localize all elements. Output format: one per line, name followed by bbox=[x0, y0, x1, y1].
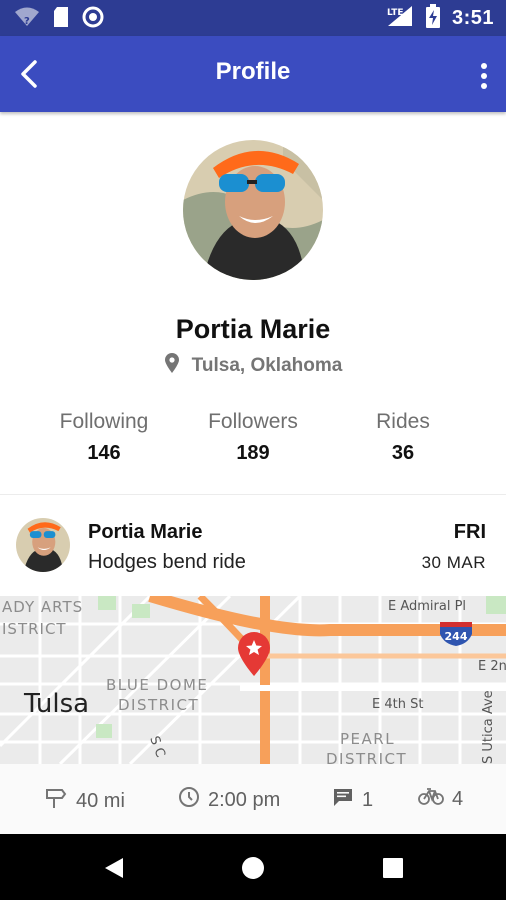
profile-avatar[interactable] bbox=[183, 140, 323, 280]
ride-comments[interactable]: 1 bbox=[332, 786, 373, 814]
map-label: E 4th St bbox=[372, 697, 423, 712]
system-nav-bar bbox=[0, 834, 506, 900]
battery-charging-icon bbox=[425, 4, 440, 33]
stat-label: Followers bbox=[208, 410, 298, 433]
profile-name: Portia Marie bbox=[175, 314, 331, 344]
sync-circle-icon bbox=[82, 6, 104, 33]
map-label: PEARL bbox=[340, 730, 395, 748]
svg-text:?: ? bbox=[24, 16, 30, 27]
nav-home-icon[interactable] bbox=[235, 850, 271, 886]
map-label: BLUE DOME bbox=[106, 676, 208, 694]
page-title: Profile bbox=[215, 58, 291, 85]
signpost-icon bbox=[44, 786, 68, 816]
map-label: E Admiral Pl bbox=[388, 599, 466, 614]
stat-label: Following bbox=[59, 410, 149, 433]
map-label: S Utica Ave bbox=[481, 690, 496, 764]
ride-riders[interactable]: 4 bbox=[418, 786, 463, 812]
nav-back-icon[interactable] bbox=[96, 850, 132, 886]
ride-user-name: Portia Marie bbox=[88, 521, 203, 543]
highway-shield-label: 244 bbox=[445, 630, 468, 643]
map-label: E 2n bbox=[478, 659, 506, 674]
map-pin-icon bbox=[164, 352, 180, 380]
ride-avatar[interactable] bbox=[16, 518, 70, 572]
stat-rides[interactable]: Rides 36 bbox=[323, 410, 483, 465]
location-text: Tulsa, Oklahoma bbox=[191, 355, 343, 376]
svg-text:LTE: LTE bbox=[387, 8, 404, 18]
stat-followers[interactable]: Followers 189 bbox=[173, 410, 333, 465]
map-label: Tulsa bbox=[23, 689, 89, 719]
signal-icon: LTE bbox=[386, 4, 414, 33]
ride-distance: 40 mi bbox=[44, 786, 125, 816]
status-bar: ? LTE 3:51 bbox=[0, 0, 506, 36]
wifi-question-icon: ? bbox=[14, 6, 40, 33]
stat-value: 189 bbox=[236, 442, 270, 464]
stat-value: 146 bbox=[87, 442, 121, 464]
app-bar: Profile bbox=[0, 36, 506, 112]
riders-count: 4 bbox=[452, 787, 464, 810]
status-time: 3:51 bbox=[451, 7, 494, 29]
nav-recents-icon[interactable] bbox=[375, 850, 411, 886]
distance-value: 40 mi bbox=[76, 789, 125, 812]
highway-shield-icon: 244 bbox=[440, 622, 472, 646]
stat-value: 36 bbox=[391, 442, 415, 464]
ride-map[interactable]: 244 ADY ARTS ISTRICT Tulsa BLUE DOME DIS… bbox=[0, 596, 506, 764]
stat-label: Rides bbox=[376, 410, 430, 433]
comment-icon bbox=[332, 786, 354, 814]
stat-following[interactable]: Following 146 bbox=[24, 410, 184, 465]
ride-stats-bar: 40 mi 2:00 pm 1 4 bbox=[0, 764, 506, 834]
comments-count: 1 bbox=[362, 788, 374, 811]
map-label: ADY ARTS bbox=[2, 598, 83, 616]
time-value: 2:00 pm bbox=[208, 788, 281, 811]
profile-location: Tulsa, Oklahoma bbox=[0, 352, 506, 380]
map-label: DISTRICT bbox=[326, 750, 407, 764]
ride-title[interactable]: Hodges bend ride bbox=[88, 551, 246, 574]
ride-day: FRI bbox=[453, 521, 486, 543]
map-label: DISTRICT bbox=[118, 696, 199, 714]
ride-time: 2:00 pm bbox=[178, 786, 280, 814]
bicycle-icon bbox=[418, 786, 444, 812]
divider bbox=[0, 494, 506, 495]
ride-date: 30 MAR bbox=[421, 553, 486, 572]
sd-card-icon bbox=[52, 6, 70, 33]
map-label: ISTRICT bbox=[2, 620, 67, 638]
more-vert-icon[interactable] bbox=[470, 58, 498, 94]
clock-icon bbox=[178, 786, 200, 814]
